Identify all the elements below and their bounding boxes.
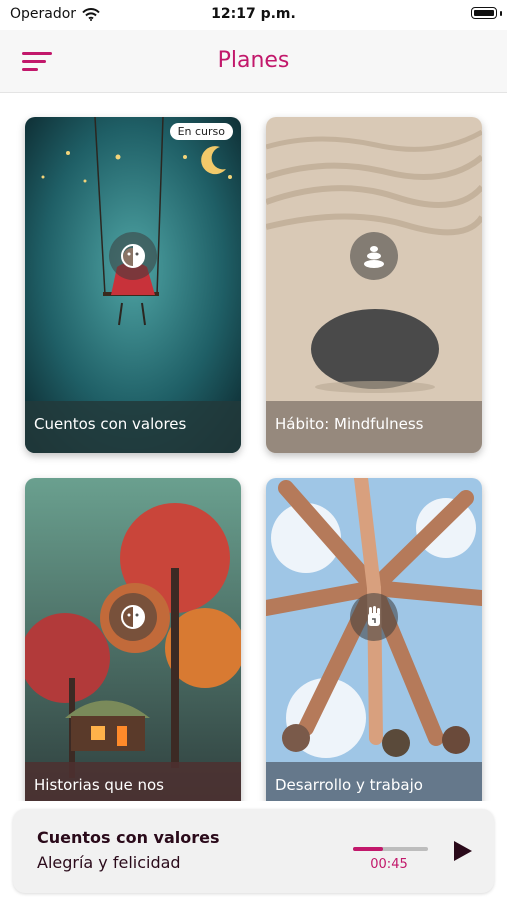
card-caption: Cuentos con valores	[25, 401, 241, 453]
card-caption: Desarrollo y trabajo	[266, 762, 482, 801]
plan-card-cuentos[interactable]: En curso Cuentos con valores	[25, 117, 241, 453]
battery-nub	[500, 11, 502, 16]
top-bar: Planes	[0, 30, 507, 93]
status-time: 12:17 p.m.	[211, 6, 296, 22]
play-icon[interactable]	[450, 839, 474, 863]
player-title: Cuentos con valores	[37, 828, 220, 847]
stacked-stones-icon	[350, 232, 398, 280]
plan-card-mindfulness[interactable]: Hábito: Mindfulness	[266, 117, 482, 453]
card-title: Desarrollo y trabajo	[275, 776, 423, 794]
plans-grid: En curso Cuentos con valores Hábito: Min…	[0, 93, 507, 801]
card-title: Hábito: Mindfulness	[275, 415, 424, 433]
card-caption: Hábito: Mindfulness	[266, 401, 482, 453]
card-title: Cuentos con valores	[34, 415, 187, 433]
player-subtitle: Alegría y felicidad	[37, 853, 181, 872]
mask-icon	[109, 593, 157, 641]
plan-card-historias[interactable]: Historias que nos	[25, 478, 241, 801]
battery-icon	[471, 7, 497, 19]
status-badge: En curso	[169, 123, 233, 140]
playback-progress-fill	[353, 847, 383, 851]
card-title: Historias que nos	[34, 776, 164, 794]
playback-progress-bar[interactable]	[353, 847, 428, 851]
card-caption: Historias que nos	[25, 762, 241, 801]
plan-card-desarrollo[interactable]: Desarrollo y trabajo	[266, 478, 482, 801]
mini-player[interactable]: Cuentos con valores Alegría y felicidad …	[13, 809, 494, 893]
mask-icon	[109, 232, 157, 280]
page-title: Planes	[217, 48, 290, 73]
status-bar: Operador 12:17 p.m.	[0, 0, 507, 30]
hand-icon	[350, 593, 398, 641]
playback-time: 00:45	[370, 857, 408, 872]
